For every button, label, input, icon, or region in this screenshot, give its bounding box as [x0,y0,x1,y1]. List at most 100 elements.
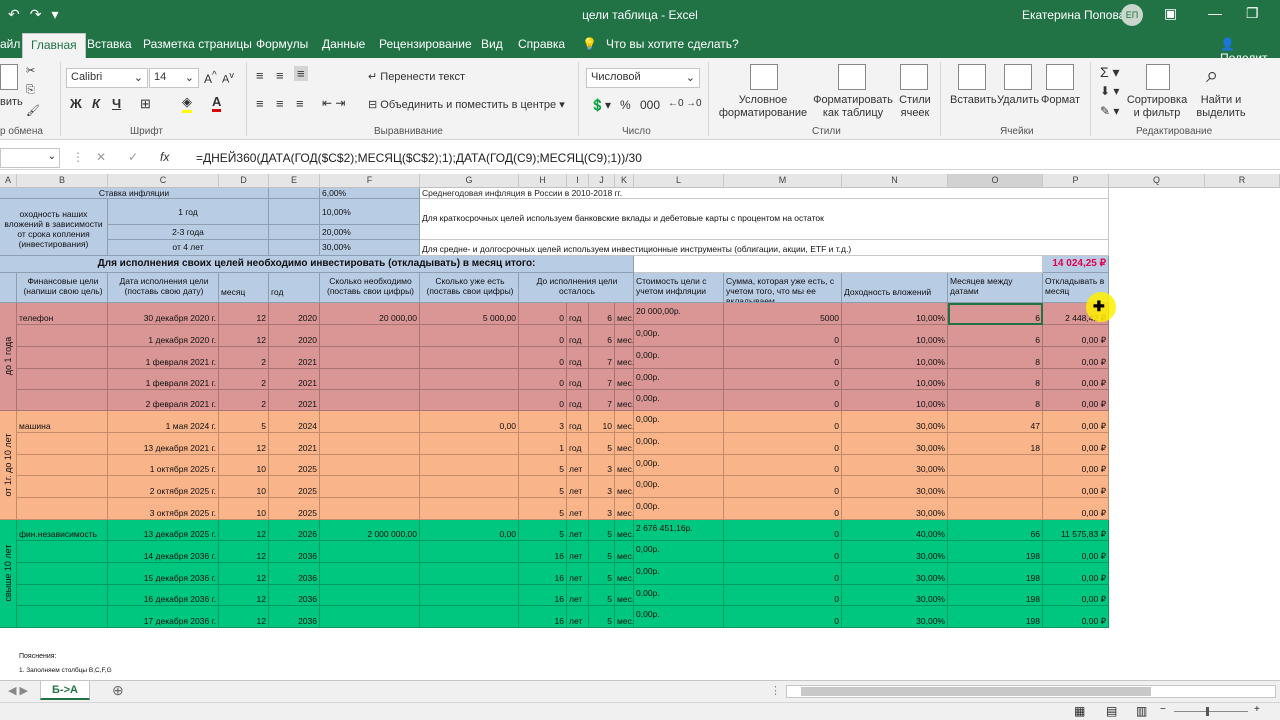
delete-cells-icon[interactable] [1004,64,1032,90]
goal-name[interactable] [17,606,108,628]
months-unit[interactable]: мес. [615,455,634,476]
yield-label[interactable]: оходность наших вложений в зависимости о… [0,199,108,256]
header-m[interactable]: Сумма, которая уже есть, с учетом того, … [724,273,842,303]
amount-have[interactable] [420,455,519,476]
invested-sum[interactable]: 0 [724,369,842,390]
formula-input[interactable]: =ДНЕЙ360(ДАТА(ГОД($C$2);МЕСЯЦ($C$2);1);Д… [196,151,642,165]
inflation-label[interactable]: Ставка инфляции [0,188,269,199]
months-unit[interactable]: мес. [615,606,634,628]
goal-date[interactable]: 1 октября 2025 г. [108,455,219,476]
align-right-icon[interactable]: ≡ [296,96,304,111]
normal-view-icon[interactable]: ▦ [1074,704,1085,718]
monthly-saving[interactable]: 0,00 ₽ [1043,390,1109,411]
header-hk[interactable]: До исполнения цели осталось [519,273,634,303]
fill-icon[interactable]: ⬇ ▾ [1100,84,1119,98]
inflated-cost[interactable]: 0,00р. [634,541,724,563]
header-o[interactable]: Месяцев между датами [948,273,1043,303]
monthly-saving[interactable]: 0,00 ₽ [1043,498,1109,520]
column-header-b[interactable]: B [17,174,108,188]
goal-month[interactable]: 10 [219,476,269,498]
yield-rate[interactable]: 10,00% [842,303,948,325]
months-between[interactable]: 198 [948,541,1043,563]
inflated-cost[interactable]: 0,00р. [634,325,724,347]
goal-year[interactable]: 2020 [269,303,320,325]
inflated-cost[interactable]: 0,00р. [634,606,724,628]
goal-date[interactable]: 16 декабря 2036 г. [108,585,219,606]
yield-rate[interactable]: 30,00% [842,498,948,520]
goal-date[interactable]: 13 декабря 2025 г. [108,520,219,541]
months-unit[interactable]: мес. [615,498,634,520]
underline-button[interactable]: Ч [112,96,121,111]
term-1-year[interactable]: 1 год [108,199,269,225]
worksheet-grid[interactable]: Ставка инфляции 6,00% Среднегодовая инфляц… [0,188,1280,680]
inflated-cost[interactable]: 0,00р. [634,347,724,369]
header-d[interactable]: месяц [219,273,269,303]
sheet-tab[interactable]: Б->А [40,681,90,700]
amount-have[interactable] [420,390,519,411]
footnote-title[interactable]: Пояснения: [17,652,320,664]
amount-have[interactable]: 5 000,00 [420,303,519,325]
goal-month[interactable]: 12 [219,433,269,455]
wrap-text-button[interactable]: ↵ Перенести текст [368,70,465,83]
grow-font-icon[interactable]: A^ [204,70,217,86]
page-layout-view-icon[interactable]: ▤ [1106,704,1117,718]
find-select-button[interactable]: Найти и выделить [1192,94,1250,120]
paste-icon[interactable] [0,64,18,90]
months-between[interactable]: 6 [948,325,1043,347]
goal-year[interactable]: 2021 [269,369,320,390]
years-unit[interactable]: год [567,303,589,325]
paste-button[interactable]: вить [0,96,23,108]
cell-styles-icon[interactable] [900,64,928,90]
yield-rate[interactable]: 30,00% [842,411,948,433]
bold-button[interactable]: Ж [70,96,82,111]
months-left[interactable]: 5 [589,606,615,628]
goal-name[interactable] [17,369,108,390]
goal-name[interactable] [17,563,108,585]
goal-name[interactable] [17,585,108,606]
invested-sum[interactable]: 0 [724,411,842,433]
add-sheet-icon[interactable]: ⊕ [112,682,124,699]
years-left[interactable]: 16 [519,541,567,563]
goal-date[interactable]: 1 декабря 2020 г. [108,325,219,347]
goal-name[interactable] [17,390,108,411]
years-unit[interactable]: лет [567,585,589,606]
italic-button[interactable]: К [92,96,100,111]
font-size-combo[interactable]: 14 ⌄ [149,68,199,88]
years-left[interactable]: 0 [519,303,567,325]
amount-needed[interactable] [320,498,420,520]
goal-date[interactable]: 14 декабря 2036 г. [108,541,219,563]
format-as-table-icon[interactable] [838,64,866,90]
tab-view[interactable]: Вид [481,37,503,51]
months-between[interactable]: 198 [948,585,1043,606]
conditional-formatting-icon[interactable] [750,64,778,90]
amount-have[interactable] [420,541,519,563]
column-header-i[interactable]: I [567,174,589,188]
yield-1-year[interactable]: 10,00% [320,199,420,225]
monthly-saving[interactable]: 0,00 ₽ [1043,455,1109,476]
search-icon[interactable]: ⌕ [1206,62,1218,88]
yield-2-3-years[interactable]: 20,00% [320,225,420,240]
cell[interactable] [269,240,320,256]
monthly-saving[interactable]: 0,00 ₽ [1043,606,1109,628]
months-between[interactable]: 47 [948,411,1043,433]
goal-date[interactable]: 2 октября 2025 г. [108,476,219,498]
years-left[interactable]: 1 [519,433,567,455]
inflated-cost[interactable]: 20 000,00р. [634,303,724,325]
goal-month[interactable]: 12 [219,303,269,325]
invested-sum[interactable]: 0 [724,347,842,369]
monthly-saving[interactable]: 0,00 ₽ [1043,433,1109,455]
group-cell[interactable]: до 1 года [0,303,17,411]
months-left[interactable]: 5 [589,563,615,585]
years-unit[interactable]: год [567,433,589,455]
inflated-cost[interactable]: 0,00р. [634,455,724,476]
tell-me-search[interactable]: Что вы хотите сделать? [606,37,739,51]
copy-icon[interactable]: ⎘ [26,84,35,97]
years-left[interactable]: 16 [519,563,567,585]
header-g[interactable]: Сколько уже есть (поставь свои цифры) [420,273,519,303]
amount-have[interactable] [420,369,519,390]
tab-home[interactable]: Главная [22,33,86,58]
monthly-saving[interactable]: 0,00 ₽ [1043,325,1109,347]
goal-month[interactable]: 12 [219,585,269,606]
amount-needed[interactable] [320,369,420,390]
invested-sum[interactable]: 0 [724,520,842,541]
